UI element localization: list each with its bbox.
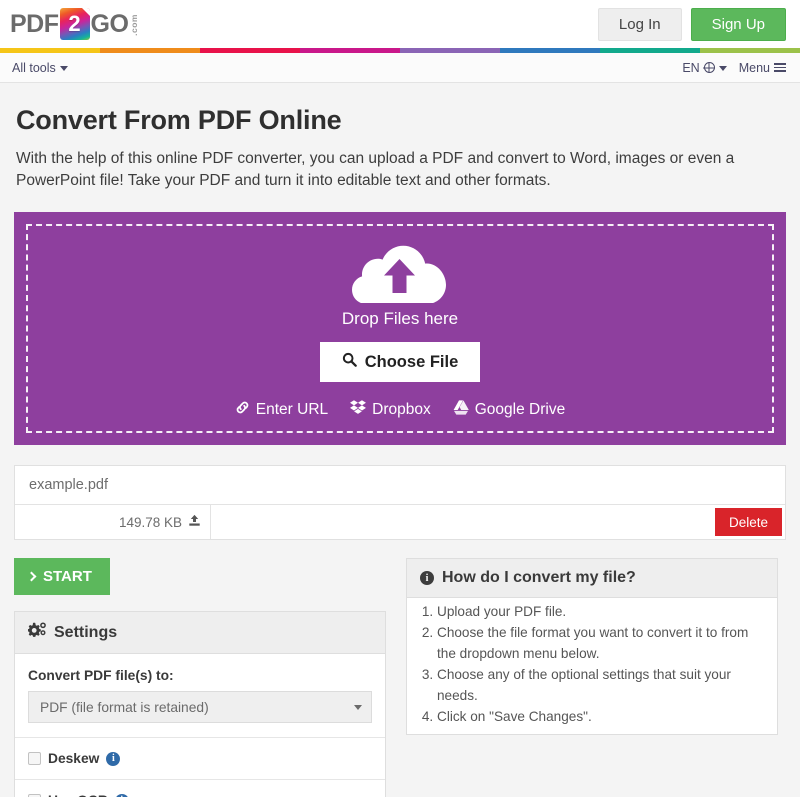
gears-icon	[27, 622, 46, 643]
main-content: Convert From PDF Online With the help of…	[0, 105, 800, 797]
rainbow-segment-2	[100, 48, 200, 53]
rainbow-segment-6	[500, 48, 600, 53]
right-column: i How do I convert my file? Upload your …	[406, 558, 778, 736]
rainbow-segment-4	[300, 48, 400, 53]
help-panel: i How do I convert my file? Upload your …	[406, 558, 778, 736]
hamburger-icon	[774, 62, 786, 73]
cloud-upload-icon	[352, 237, 448, 304]
page-fold-corner	[81, 8, 90, 16]
choose-file-label: Choose File	[364, 352, 459, 371]
language-selector[interactable]: EN	[682, 60, 727, 75]
all-tools-label: All tools	[12, 60, 56, 75]
login-button[interactable]: Log In	[597, 7, 682, 41]
help-steps-list: Upload your PDF file.Choose the file for…	[407, 598, 777, 734]
logo-badge-icon: 2	[59, 8, 90, 40]
logo-text-pdf: PDF	[10, 9, 59, 38]
upload-sources: Enter URL Dropbox Google Drive	[235, 399, 565, 420]
file-row-spacer	[211, 505, 715, 539]
use-ocr-label: Use OCR	[48, 793, 108, 797]
menu-button[interactable]: Menu	[739, 61, 786, 75]
choose-file-button[interactable]: Choose File	[319, 342, 481, 382]
enter-url-link[interactable]: Enter URL	[235, 400, 328, 420]
google-drive-icon	[453, 399, 469, 420]
globe-icon	[703, 62, 715, 73]
settings-panel-title: Settings	[54, 623, 118, 641]
logo-text-go: GO	[90, 9, 129, 38]
google-drive-link[interactable]: Google Drive	[453, 399, 565, 420]
language-label: EN	[682, 60, 700, 75]
file-name: example.pdf	[15, 466, 785, 505]
start-button-label: START	[43, 568, 92, 585]
convert-to-label: Convert PDF file(s) to:	[28, 668, 174, 683]
all-tools-menu[interactable]: All tools	[12, 61, 68, 75]
chevron-right-icon	[26, 571, 37, 582]
file-dropzone[interactable]: Drop Files here Choose File Enter URL Dr…	[14, 212, 786, 445]
rainbow-divider	[0, 48, 800, 53]
dropbox-icon	[350, 399, 367, 420]
dropbox-link[interactable]: Dropbox	[350, 399, 431, 420]
info-icon: i	[420, 571, 434, 585]
left-column: START Settings Convert PDF file(s) to: P…	[14, 558, 386, 797]
help-panel-title: How do I convert my file?	[442, 569, 636, 586]
file-size-label: 149.78 KB	[118, 514, 182, 530]
help-step-item: Click on "Save Changes".	[437, 707, 767, 727]
logo-badge-text: 2	[68, 11, 81, 36]
deskew-checkbox[interactable]	[28, 752, 41, 765]
chevron-down-icon	[59, 66, 68, 71]
rainbow-segment-1	[0, 48, 100, 53]
site-logo[interactable]: PDF 2 GO .com	[10, 7, 139, 41]
chevron-down-icon	[354, 704, 362, 710]
help-step-item: Upload your PDF file.	[437, 602, 767, 622]
menu-label: Menu	[738, 60, 770, 75]
upload-icon	[188, 514, 201, 530]
start-button[interactable]: START	[14, 558, 110, 595]
delete-file-button[interactable]: Delete	[714, 508, 782, 536]
nav-left-group: All tools	[12, 61, 68, 75]
deskew-option-row[interactable]: Deskew i	[15, 737, 385, 779]
page-description: With the help of this online PDF convert…	[16, 150, 735, 189]
nav-right-group: EN Menu	[682, 61, 786, 75]
rainbow-segment-5	[400, 48, 500, 53]
help-step-item: Choose any of the optional settings that…	[437, 665, 767, 706]
search-icon	[342, 352, 357, 372]
dropbox-label: Dropbox	[372, 400, 431, 418]
uploaded-file-panel: example.pdf 149.78 KB Delete	[14, 465, 786, 540]
rainbow-segment-3	[200, 48, 300, 53]
file-size-cell: 149.78 KB	[15, 505, 211, 539]
deskew-label: Deskew	[48, 751, 100, 766]
settings-panel-body: Convert PDF file(s) to: PDF (file format…	[15, 654, 385, 737]
dropzone-inner: Drop Files here Choose File Enter URL Dr…	[26, 224, 774, 433]
rainbow-segment-7	[600, 48, 700, 53]
secondary-navbar: All tools EN Menu	[0, 53, 800, 83]
rainbow-segment-8	[700, 48, 800, 53]
help-step-item: Choose the file format you want to conve…	[437, 623, 767, 664]
file-meta-row: 149.78 KB Delete	[15, 505, 785, 539]
info-icon[interactable]: i	[114, 793, 129, 797]
use-ocr-option-row[interactable]: Use OCR i	[15, 779, 385, 797]
signup-button[interactable]: Sign Up	[690, 7, 786, 41]
google-drive-label: Google Drive	[474, 400, 566, 418]
page-title: Convert From PDF Online	[16, 105, 342, 135]
settings-panel-header: Settings	[15, 612, 385, 654]
enter-url-label: Enter URL	[255, 400, 329, 418]
chevron-down-icon	[718, 66, 727, 71]
header-actions: Log In Sign Up	[597, 7, 786, 41]
logo-tld: .com	[129, 14, 140, 36]
help-panel-header: i How do I convert my file?	[407, 559, 777, 598]
link-icon	[235, 400, 250, 420]
format-select-value: PDF (file format is retained)	[40, 699, 209, 715]
top-header: PDF 2 GO .com Log In Sign Up	[0, 0, 800, 48]
format-select[interactable]: PDF (file format is retained)	[28, 691, 372, 723]
info-icon[interactable]: i	[106, 751, 121, 766]
lower-columns: START Settings Convert PDF file(s) to: P…	[14, 558, 786, 797]
settings-panel: Settings Convert PDF file(s) to: PDF (fi…	[14, 611, 386, 797]
drop-files-label: Drop Files here	[341, 309, 459, 328]
